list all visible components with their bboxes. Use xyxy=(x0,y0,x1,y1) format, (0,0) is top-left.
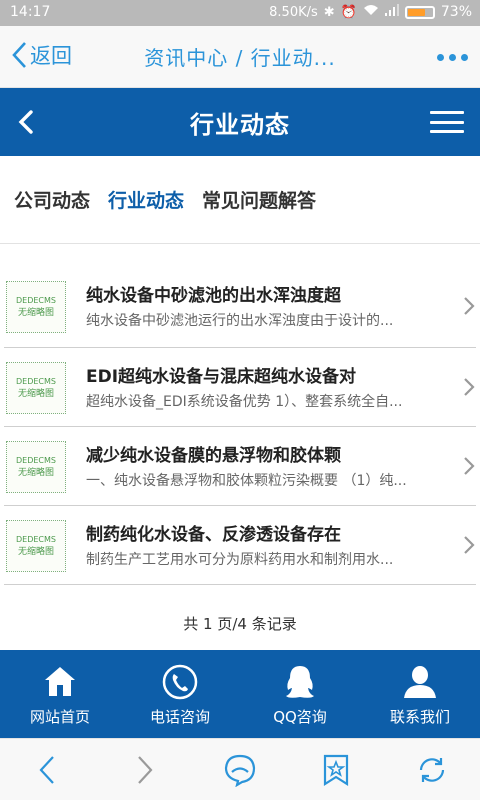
tab-industry-news[interactable]: 行业动态 xyxy=(108,186,184,213)
chevron-right-icon xyxy=(464,457,475,475)
thumb-line1: DEDECMS xyxy=(16,535,56,544)
article-summary: 制药生产工艺用水可分为原料药用水和制剂用水... xyxy=(86,552,394,568)
article-summary: 超纯水设备_EDI系统设备优势 1）、整套系统全自... xyxy=(86,394,403,410)
thumb-line2: 无缩略图 xyxy=(17,468,54,478)
thumb-line2: 无缩略图 xyxy=(17,389,54,399)
toolbar-bookmark-button[interactable] xyxy=(314,748,358,792)
article-title: 减少纯水设备膜的悬浮物和胶体颗 xyxy=(86,446,341,466)
article-title: 纯水设备中砂滤池的出水浑浊度超 xyxy=(86,286,341,306)
chevron-right-icon xyxy=(464,297,475,315)
nav-phone-button[interactable]: 电话咨询 xyxy=(120,650,240,738)
thumbnail-placeholder: DEDECMS 无缩略图 xyxy=(6,281,66,333)
refresh-icon xyxy=(419,757,445,782)
more-icon[interactable] xyxy=(437,54,468,61)
chevron-right-icon xyxy=(464,378,475,396)
thumb-line1: DEDECMS xyxy=(16,377,56,386)
battery-icon xyxy=(404,5,435,19)
article-summary: 纯水设备中砂滤池运行的出水浑浊度由于设计的... xyxy=(86,313,394,329)
home-icon xyxy=(45,667,75,696)
nav-qq-button[interactable]: QQ咨询 xyxy=(240,650,360,738)
article-summary: 一、纯水设备悬浮物和胶体颗粒污染概要 （1）纯... xyxy=(86,473,407,489)
nav-qq-label: QQ咨询 xyxy=(273,708,327,726)
site-header: 行业动态 xyxy=(0,88,480,156)
network-speed: 8.50K/s xyxy=(269,4,318,20)
pagination-info: 共 1 页/4 条记录 xyxy=(183,615,297,633)
toolbar-home-button[interactable] xyxy=(218,748,262,792)
article-title: EDI超纯水设备与混床超纯水设备对 xyxy=(86,367,357,387)
nav-home-label: 网站首页 xyxy=(29,708,90,726)
chevron-left-icon xyxy=(12,42,26,68)
screen: 14:17 8.50K/s ✱ ⏰ 73% 返回 资讯中心 / 行业动... 行… xyxy=(0,0,480,800)
bluetooth-icon: ✱ xyxy=(323,4,335,20)
status-right: 8.50K/s ✱ ⏰ 73% xyxy=(269,4,472,20)
article-title: 制药纯化水设备、反渗透设备存在 xyxy=(86,525,341,545)
thumb-line1: DEDECMS xyxy=(16,456,56,465)
nav-contact-label: 联系我们 xyxy=(389,708,450,726)
chevron-right-icon xyxy=(464,536,475,554)
status-time: 14:17 xyxy=(10,4,51,20)
battery-percent: 73% xyxy=(440,4,472,20)
arrow-left-icon xyxy=(39,755,54,784)
browser-header: 返回 资讯中心 / 行业动... xyxy=(0,26,480,88)
browser-home-icon xyxy=(224,754,256,787)
thumbnail-placeholder: DEDECMS 无缩略图 xyxy=(6,362,66,414)
list-item[interactable]: DEDECMS 无缩略图 EDI超纯水设备与混床超纯水设备对 超纯水设备_EDI… xyxy=(4,348,476,427)
wifi-icon xyxy=(363,4,379,20)
category-tabs: 公司动态 行业动态 常见问题解答 xyxy=(0,156,480,244)
thumbnail-placeholder: DEDECMS 无缩略图 xyxy=(6,441,66,493)
list-item[interactable]: DEDECMS 无缩略图 纯水设备中砂滤池的出水浑浊度超 纯水设备中砂滤池运行的… xyxy=(4,267,476,348)
tab-faq[interactable]: 常见问题解答 xyxy=(202,186,316,213)
browser-title: 资讯中心 / 行业动... xyxy=(144,46,336,70)
list-item[interactable]: DEDECMS 无缩略图 制药纯化水设备、反渗透设备存在 制药生产工艺用水可分为… xyxy=(4,506,476,585)
status-bar: 14:17 8.50K/s ✱ ⏰ 73% xyxy=(0,0,480,26)
battery-fill xyxy=(407,8,426,16)
bookmark-star-icon xyxy=(323,754,349,786)
phone-icon xyxy=(162,664,198,700)
user-icon xyxy=(404,666,436,698)
thumb-line2: 无缩略图 xyxy=(17,308,54,318)
browser-back-button[interactable]: 返回 xyxy=(10,40,72,70)
thumbnail-placeholder: DEDECMS 无缩略图 xyxy=(6,520,66,572)
tab-company-news[interactable]: 公司动态 xyxy=(14,186,90,213)
thumb-line1: DEDECMS xyxy=(16,296,56,305)
nav-contact-button[interactable]: 联系我们 xyxy=(360,650,480,738)
nav-phone-label: 电话咨询 xyxy=(149,708,210,726)
site-bottom-nav: 网站首页 电话咨询 QQ咨询 联系我们 xyxy=(0,650,480,738)
list-item[interactable]: DEDECMS 无缩略图 减少纯水设备膜的悬浮物和胶体颗 一、纯水设备悬浮物和胶… xyxy=(4,427,476,506)
signal-icon xyxy=(384,4,399,20)
nav-home-button[interactable]: 网站首页 xyxy=(0,650,120,738)
thumb-line2: 无缩略图 xyxy=(17,547,54,557)
toolbar-refresh-button[interactable] xyxy=(410,748,454,792)
arrow-right-icon xyxy=(138,755,153,784)
menu-icon[interactable] xyxy=(430,111,464,133)
browser-toolbar xyxy=(0,738,480,800)
alarm-icon: ⏰ xyxy=(340,4,357,20)
qq-icon xyxy=(286,666,314,698)
toolbar-forward-button[interactable] xyxy=(122,748,166,792)
toolbar-back-button[interactable] xyxy=(26,748,70,792)
site-title: 行业动态 xyxy=(190,111,290,139)
article-list: DEDECMS 无缩略图 纯水设备中砂滤池的出水浑浊度超 纯水设备中砂滤池运行的… xyxy=(4,267,476,585)
browser-back-label: 返回 xyxy=(30,44,72,68)
